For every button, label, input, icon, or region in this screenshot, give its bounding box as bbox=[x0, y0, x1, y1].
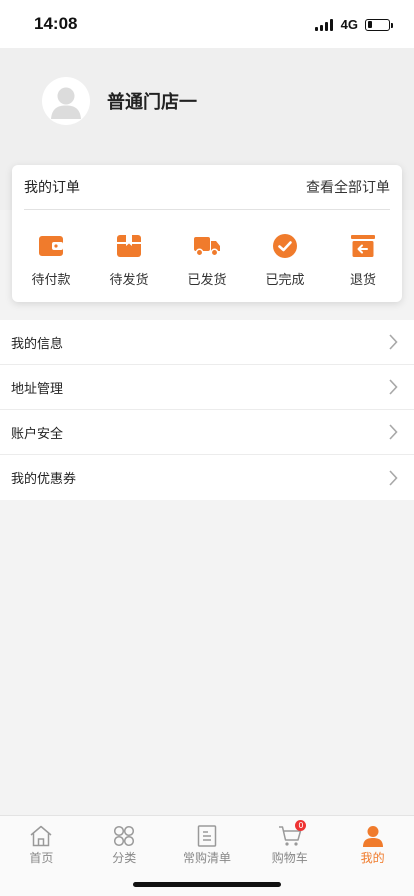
avatar-placeholder-icon bbox=[51, 87, 81, 119]
order-card-header: 我的订单 查看全部订单 bbox=[24, 165, 390, 210]
truck-icon bbox=[193, 232, 221, 260]
list-icon bbox=[195, 824, 219, 847]
view-all-orders-link[interactable]: 查看全部订单 bbox=[306, 177, 390, 197]
order-status-shipped[interactable]: 已发货 bbox=[176, 232, 238, 288]
tab-label: 首页 bbox=[29, 851, 54, 865]
tab-home[interactable]: 首页 bbox=[0, 816, 83, 866]
menu-item-coupons[interactable]: 我的优惠券 bbox=[0, 455, 414, 500]
signal-icon bbox=[314, 18, 335, 31]
check-circle-icon bbox=[271, 232, 299, 260]
menu-item-account-security[interactable]: 账户安全 bbox=[0, 410, 414, 455]
menu-item-address[interactable]: 地址管理 bbox=[0, 365, 414, 410]
order-status-label: 待付款 bbox=[31, 273, 71, 288]
status-bar: 14:08 4G bbox=[0, 0, 414, 48]
store-name: 普通门店一 bbox=[107, 92, 197, 113]
battery-icon bbox=[365, 18, 393, 31]
menu-item-label: 我的信息 bbox=[11, 336, 64, 352]
menu-item-my-info[interactable]: 我的信息 bbox=[0, 320, 414, 365]
wallet-icon bbox=[37, 232, 65, 260]
tab-cart[interactable]: 0 购物车 bbox=[248, 816, 331, 866]
order-status-return[interactable]: 退货 bbox=[332, 232, 394, 288]
tab-frequent-list[interactable]: 常购清单 bbox=[166, 816, 249, 866]
menu-item-label: 地址管理 bbox=[11, 381, 64, 397]
chevron-right-icon bbox=[389, 379, 398, 395]
tab-mine[interactable]: 我的 bbox=[331, 816, 414, 866]
order-status-label: 退货 bbox=[349, 273, 376, 288]
order-status-completed[interactable]: 已完成 bbox=[254, 232, 316, 288]
package-icon bbox=[115, 232, 143, 260]
order-status-list: 待付款 待发货 已发货 已完成 退货 bbox=[12, 210, 402, 288]
network-type: 4G bbox=[340, 17, 358, 32]
tab-label: 常购清单 bbox=[182, 851, 231, 865]
tab-label: 我的 bbox=[360, 851, 385, 865]
account-menu: 我的信息 地址管理 账户安全 我的优惠券 bbox=[0, 320, 414, 500]
status-indicators: 4G bbox=[314, 17, 393, 32]
order-status-pending-shipment[interactable]: 待发货 bbox=[98, 232, 160, 288]
order-status-pending-payment[interactable]: 待付款 bbox=[20, 232, 82, 288]
tab-label: 分类 bbox=[112, 851, 137, 865]
avatar[interactable] bbox=[42, 77, 90, 125]
menu-item-label: 账户安全 bbox=[11, 426, 64, 442]
menu-item-label: 我的优惠券 bbox=[11, 472, 77, 487]
return-icon bbox=[349, 232, 377, 260]
chevron-right-icon bbox=[389, 424, 398, 440]
tab-label: 购物车 bbox=[271, 851, 308, 865]
order-card: 我的订单 查看全部订单 待付款 待发货 已发货 已完成 退货 bbox=[12, 165, 402, 302]
chevron-right-icon bbox=[389, 469, 398, 486]
category-icon bbox=[112, 824, 136, 847]
home-indicator bbox=[133, 882, 281, 887]
chevron-right-icon bbox=[389, 334, 398, 350]
status-time: 14:08 bbox=[34, 14, 78, 33]
tab-category[interactable]: 分类 bbox=[83, 816, 166, 866]
home-icon bbox=[29, 824, 53, 847]
order-title: 我的订单 bbox=[24, 180, 80, 196]
order-status-label: 待发货 bbox=[109, 273, 149, 288]
tab-bar: 首页 分类 常购清单 0 购物车 我的 bbox=[0, 815, 414, 896]
cart-badge: 0 bbox=[295, 820, 307, 831]
order-status-label: 已完成 bbox=[265, 273, 305, 288]
order-status-label: 已发货 bbox=[187, 273, 227, 288]
user-icon bbox=[361, 824, 385, 847]
